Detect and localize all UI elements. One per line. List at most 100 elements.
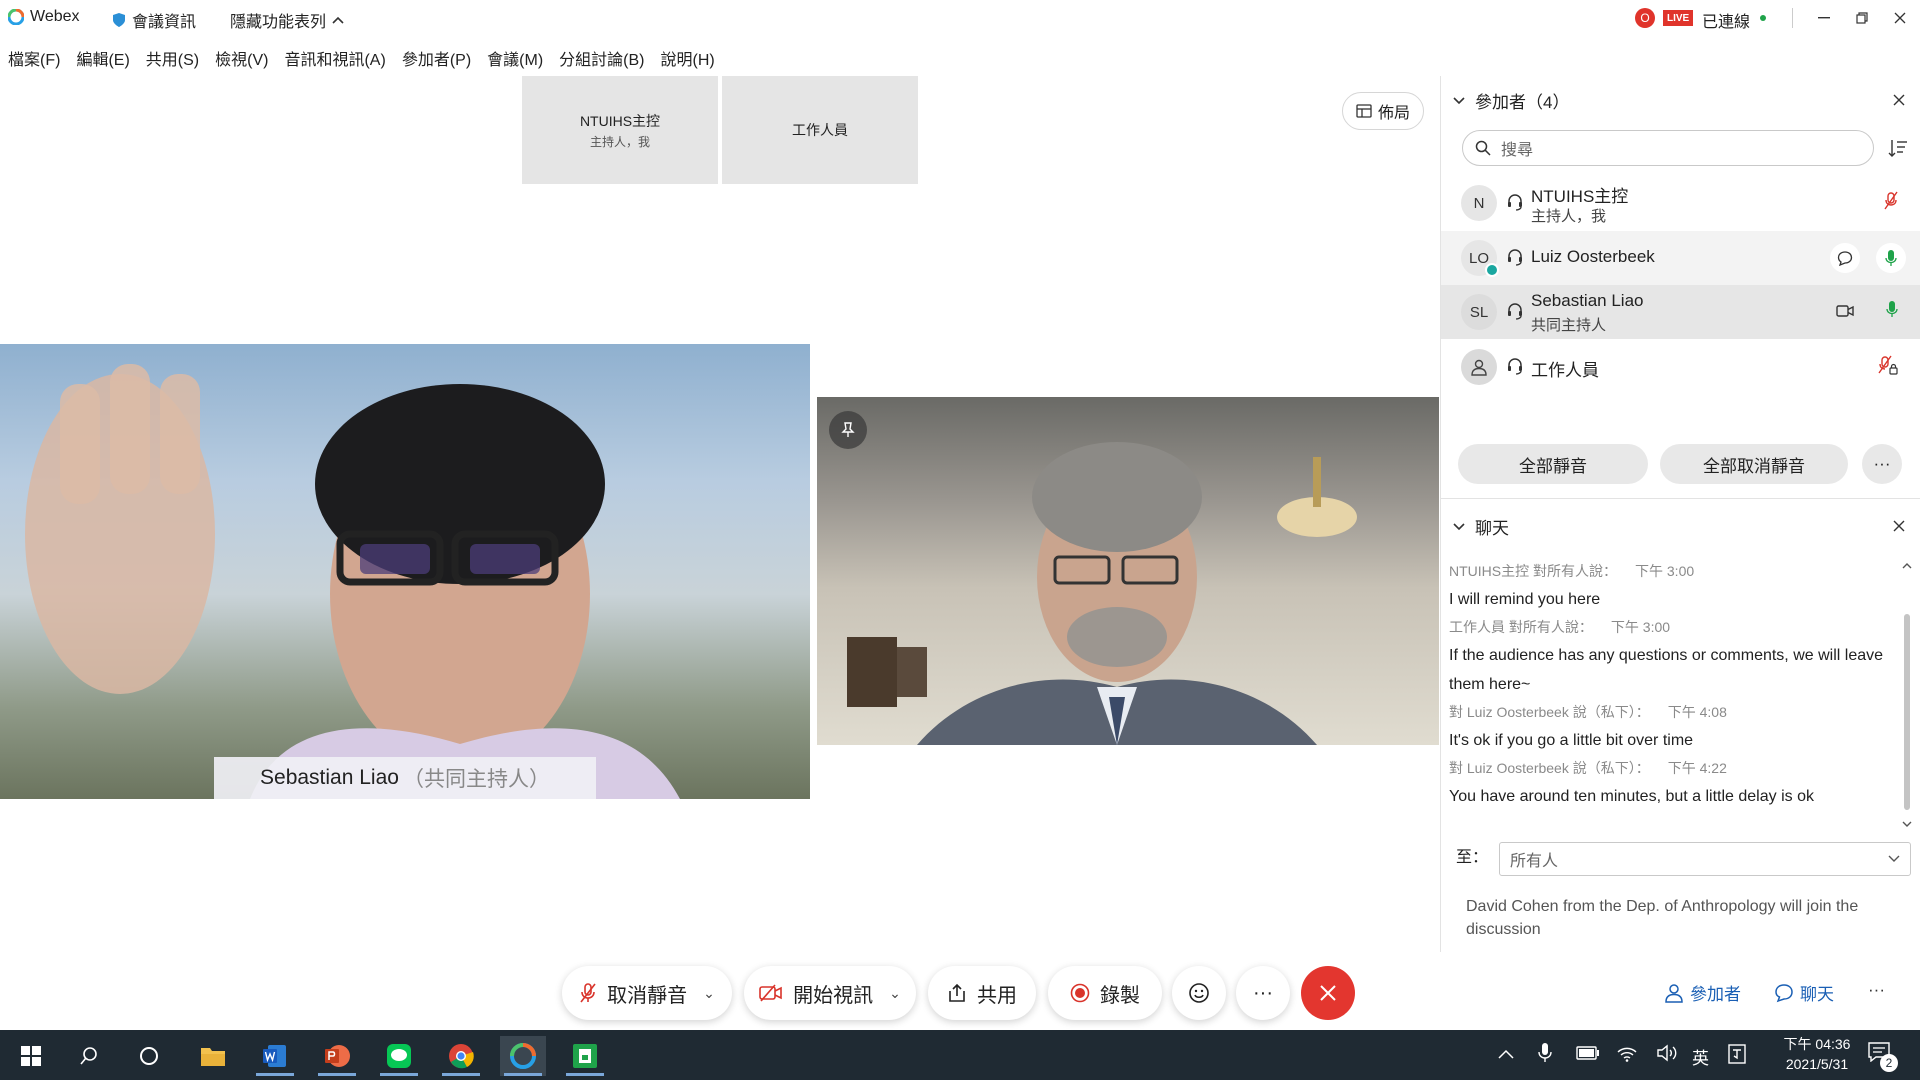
running-indicator <box>380 1073 418 1076</box>
chat-bubble-button[interactable] <box>1830 243 1860 273</box>
menu-audio-video[interactable]: 音訊和視訊(A) <box>276 40 393 70</box>
speaker-icon <box>1657 1044 1677 1062</box>
unmute-button[interactable]: 取消靜音 ⌄ <box>562 966 732 1020</box>
sort-button[interactable] <box>1888 138 1908 163</box>
chat-scrollbar[interactable] <box>1900 560 1914 830</box>
video-tile-luiz[interactable] <box>817 397 1439 745</box>
chat-message-meta: 對 Luiz Oosterbeek 說（私下）： 下午 4:22 <box>1449 755 1895 782</box>
taskbar-search-button[interactable] <box>66 1036 112 1076</box>
record-icon <box>1070 983 1090 1003</box>
menu-edit[interactable]: 編輯(E) <box>68 40 137 70</box>
reactions-button[interactable] <box>1172 966 1226 1020</box>
word-button[interactable] <box>252 1036 298 1076</box>
participant-row[interactable]: N NTUIHS主控 主持人，我 <box>1441 176 1920 230</box>
menu-file[interactable]: 檔案(F) <box>0 40 68 70</box>
presentation-app-icon <box>573 1044 597 1068</box>
share-button[interactable]: 共用 <box>928 966 1036 1020</box>
layout-button[interactable]: 佈局 <box>1342 92 1424 130</box>
menu-help[interactable]: 說明(H) <box>653 40 723 70</box>
participant-row[interactable]: SL Sebastian Liao 共同主持人 <box>1441 285 1920 339</box>
mic-active-icon[interactable] <box>1886 300 1898 318</box>
headset-icon <box>1508 194 1522 211</box>
hide-menu-button[interactable]: 隱藏功能表列 <box>230 8 344 32</box>
chat-header[interactable]: 聊天 <box>1453 514 1509 539</box>
more-options-button[interactable]: ··· <box>1236 966 1290 1020</box>
video-tile-sebastian[interactable]: Sebastian Liao （共同主持人） <box>0 344 810 799</box>
participant-row[interactable]: LO Luiz Oosterbeek <box>1441 231 1920 285</box>
video-off-icon <box>759 984 782 1002</box>
unmute-all-button[interactable]: 全部取消靜音 <box>1660 444 1848 484</box>
tray-expand-button[interactable] <box>1498 1046 1514 1064</box>
divider <box>1792 8 1793 28</box>
chat-toggle-button[interactable]: 聊天 <box>1774 980 1834 1005</box>
mute-all-button[interactable]: 全部靜音 <box>1458 444 1648 484</box>
leave-meeting-button[interactable] <box>1301 966 1355 1020</box>
hide-menu-label: 隱藏功能表列 <box>230 14 327 31</box>
restore-button[interactable] <box>1844 4 1880 32</box>
participants-header[interactable]: 參加者（4） <box>1453 88 1569 113</box>
webex-logo-icon <box>510 1043 536 1069</box>
participant-name: Luiz Oosterbeek <box>1531 247 1655 266</box>
wifi-icon <box>1617 1047 1637 1062</box>
chat-sender: 工作人員 對所有人說： <box>1449 619 1593 635</box>
participants-toggle-button[interactable]: 參加者 <box>1664 980 1741 1005</box>
search-icon <box>80 1047 97 1065</box>
running-indicator <box>442 1073 480 1076</box>
tray-ime-pad-button[interactable] <box>1728 1044 1746 1069</box>
tray-volume-button[interactable] <box>1656 1044 1678 1067</box>
powerpoint-button[interactable] <box>314 1036 360 1076</box>
file-explorer-button[interactable] <box>190 1036 236 1076</box>
participant-row[interactable]: 工作人員 <box>1441 340 1920 394</box>
menu-meeting[interactable]: 會議(M) <box>479 40 551 70</box>
recording-indicator[interactable]: O <box>1635 8 1655 28</box>
close-participants-button[interactable] <box>1889 90 1909 110</box>
chrome-button[interactable] <box>438 1036 484 1076</box>
live-badge: LIVE <box>1663 10 1694 26</box>
chevron-down-icon[interactable]: ⌄ <box>703 985 715 1002</box>
chat-to-label: 至： <box>1456 849 1489 866</box>
chat-message-input[interactable]: David Cohen from the Dep. of Anthropolog… <box>1466 895 1886 941</box>
panel-more-button[interactable]: ··· <box>1868 980 1885 1000</box>
green-app-button[interactable] <box>562 1036 608 1076</box>
pin-video-button[interactable] <box>829 411 867 449</box>
thumbnail-host[interactable]: NTUIHS主控 主持人，我 <box>522 76 718 184</box>
panel-toggle-bar: 參加者 聊天 ··· <box>1440 966 1920 1020</box>
cortana-button[interactable] <box>126 1036 172 1076</box>
chevron-down-icon[interactable]: ⌄ <box>889 985 901 1002</box>
word-icon <box>263 1045 286 1067</box>
mic-muted-locked-icon[interactable] <box>1878 355 1898 375</box>
webex-taskbar-button[interactable] <box>500 1036 546 1076</box>
clock[interactable]: 下午 04:36 2021/5/31 <box>1762 1034 1872 1074</box>
chat-title: 聊天 <box>1475 519 1509 538</box>
meeting-info-button[interactable]: 會議資訊 <box>112 8 196 32</box>
recipient-value: 所有人 <box>1510 853 1559 870</box>
running-indicator <box>318 1073 356 1076</box>
minimize-button[interactable] <box>1806 4 1842 32</box>
thumbnail-staff[interactable]: 工作人員 <box>722 76 918 184</box>
participants-more-button[interactable]: ··· <box>1862 444 1902 484</box>
tray-network-button[interactable] <box>1616 1044 1638 1067</box>
video-camera-icon[interactable] <box>1836 304 1854 318</box>
mic-button[interactable] <box>1876 243 1906 273</box>
chrome-icon <box>449 1044 474 1069</box>
close-window-button[interactable] <box>1882 4 1918 32</box>
chat-message-text: It's ok if you go a little bit over time <box>1449 732 1694 749</box>
menu-breakout[interactable]: 分組討論(B) <box>551 40 652 70</box>
menu-participants[interactable]: 參加者(P) <box>394 40 479 70</box>
menu-share[interactable]: 共用(S) <box>138 40 207 70</box>
participant-search-input[interactable]: 搜尋 <box>1462 130 1874 166</box>
close-chat-button[interactable] <box>1889 516 1909 536</box>
connection-status[interactable]: 已連線 <box>1702 8 1750 32</box>
line-app-button[interactable] <box>376 1036 422 1076</box>
tray-battery-button[interactable] <box>1576 1046 1600 1065</box>
start-button[interactable] <box>8 1036 54 1076</box>
status-badge <box>1485 263 1499 277</box>
chat-recipient-select[interactable]: 所有人 <box>1499 842 1911 876</box>
menu-view[interactable]: 檢視(V) <box>207 40 276 70</box>
mic-muted-icon[interactable] <box>1884 191 1898 211</box>
folder-icon <box>201 1048 225 1066</box>
start-video-button[interactable]: 開始視訊 ⌄ <box>744 966 916 1020</box>
record-button[interactable]: 錄製 <box>1048 966 1162 1020</box>
ime-indicator[interactable]: 英 <box>1692 1044 1709 1069</box>
tray-mic-button[interactable] <box>1538 1042 1552 1069</box>
